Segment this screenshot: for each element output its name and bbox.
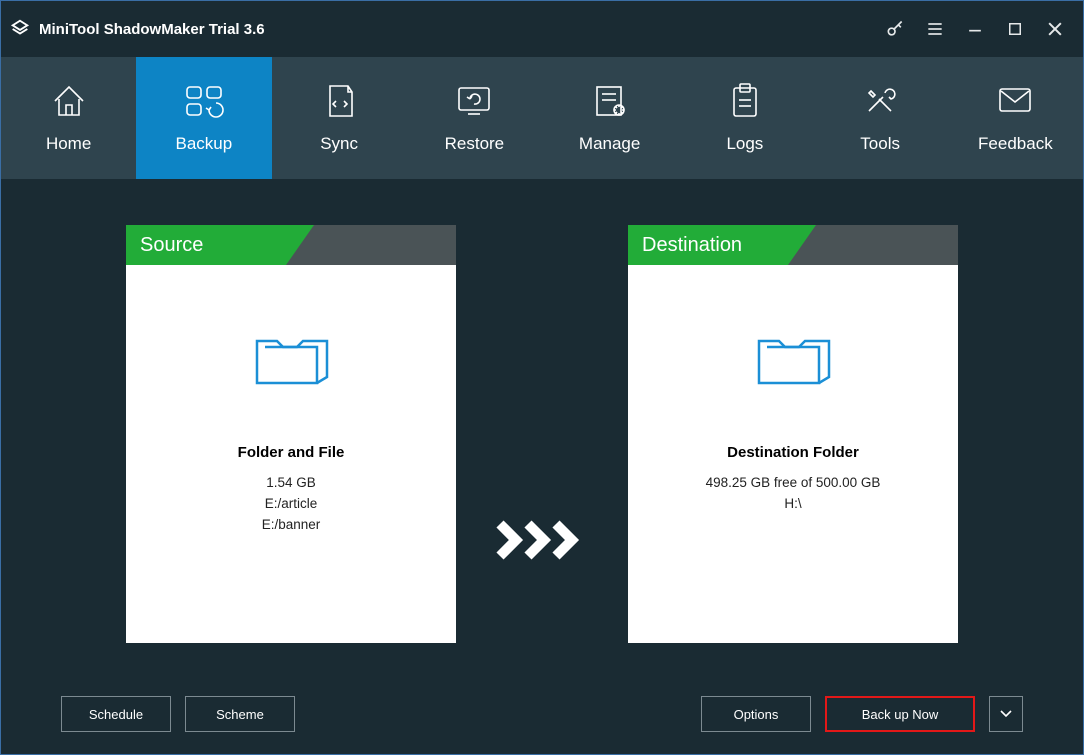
options-button[interactable]: Options	[701, 696, 811, 732]
sync-icon	[322, 82, 356, 120]
tab-backup[interactable]: Backup	[136, 57, 271, 179]
tab-tools[interactable]: Tools	[813, 57, 948, 179]
menu-icon[interactable]	[915, 9, 955, 49]
backup-now-button[interactable]: Back up Now	[825, 696, 975, 732]
destination-title: Destination Folder	[727, 444, 859, 461]
restore-icon	[454, 82, 494, 120]
tab-label: Home	[46, 134, 91, 154]
tab-restore[interactable]: Restore	[407, 57, 542, 179]
close-button[interactable]	[1035, 9, 1075, 49]
minimize-button[interactable]	[955, 9, 995, 49]
tab-label: Restore	[445, 134, 505, 154]
folder-icon	[749, 321, 837, 398]
backup-icon	[183, 82, 225, 120]
tab-logs[interactable]: Logs	[677, 57, 812, 179]
tools-icon	[861, 82, 899, 120]
scheme-button[interactable]: Scheme	[185, 696, 295, 732]
tab-label: Tools	[860, 134, 900, 154]
tab-manage[interactable]: Manage	[542, 57, 677, 179]
schedule-button[interactable]: Schedule	[61, 696, 171, 732]
source-header: Source	[126, 225, 456, 265]
source-path-0: E:/article	[265, 496, 318, 511]
source-path-1: E:/banner	[262, 517, 321, 532]
destination-path: H:\	[784, 496, 801, 511]
feedback-icon	[995, 82, 1035, 120]
arrow-icon	[496, 520, 588, 560]
destination-free: 498.25 GB free of 500.00 GB	[706, 475, 881, 490]
source-size: 1.54 GB	[266, 475, 316, 490]
tab-label: Sync	[320, 134, 358, 154]
tab-label: Logs	[726, 134, 763, 154]
bottom-bar: Schedule Scheme Options Back up Now	[1, 674, 1083, 754]
tab-label: Backup	[176, 134, 233, 154]
app-window: MiniTool ShadowMaker Trial 3.6	[0, 0, 1084, 755]
main-nav: Home Backup Sync Restore	[1, 57, 1083, 179]
chevron-down-icon	[1000, 710, 1012, 718]
logs-icon	[729, 82, 761, 120]
destination-body: Destination Folder 498.25 GB free of 500…	[628, 265, 958, 643]
backup-dropdown-button[interactable]	[989, 696, 1023, 732]
destination-card[interactable]: Destination Destination Folder 498.25 GB…	[628, 225, 958, 643]
tab-home[interactable]: Home	[1, 57, 136, 179]
maximize-button[interactable]	[995, 9, 1035, 49]
manage-icon	[592, 82, 628, 120]
destination-header-label: Destination	[628, 225, 788, 265]
content-area: Source Folder and File 1.54 GB E:/articl…	[1, 179, 1083, 674]
source-title: Folder and File	[238, 444, 345, 461]
tab-label: Manage	[579, 134, 640, 154]
titlebar: MiniTool ShadowMaker Trial 3.6	[1, 1, 1083, 57]
home-icon	[49, 82, 89, 120]
source-card[interactable]: Source Folder and File 1.54 GB E:/articl…	[126, 225, 456, 643]
source-header-label: Source	[126, 225, 286, 265]
source-body: Folder and File 1.54 GB E:/article E:/ba…	[126, 265, 456, 643]
tab-label: Feedback	[978, 134, 1053, 154]
destination-header: Destination	[628, 225, 958, 265]
app-title: MiniTool ShadowMaker Trial 3.6	[39, 21, 265, 38]
key-icon[interactable]	[875, 9, 915, 49]
app-logo-icon	[9, 18, 31, 40]
tab-feedback[interactable]: Feedback	[948, 57, 1083, 179]
folder-icon	[247, 321, 335, 398]
tab-sync[interactable]: Sync	[272, 57, 407, 179]
